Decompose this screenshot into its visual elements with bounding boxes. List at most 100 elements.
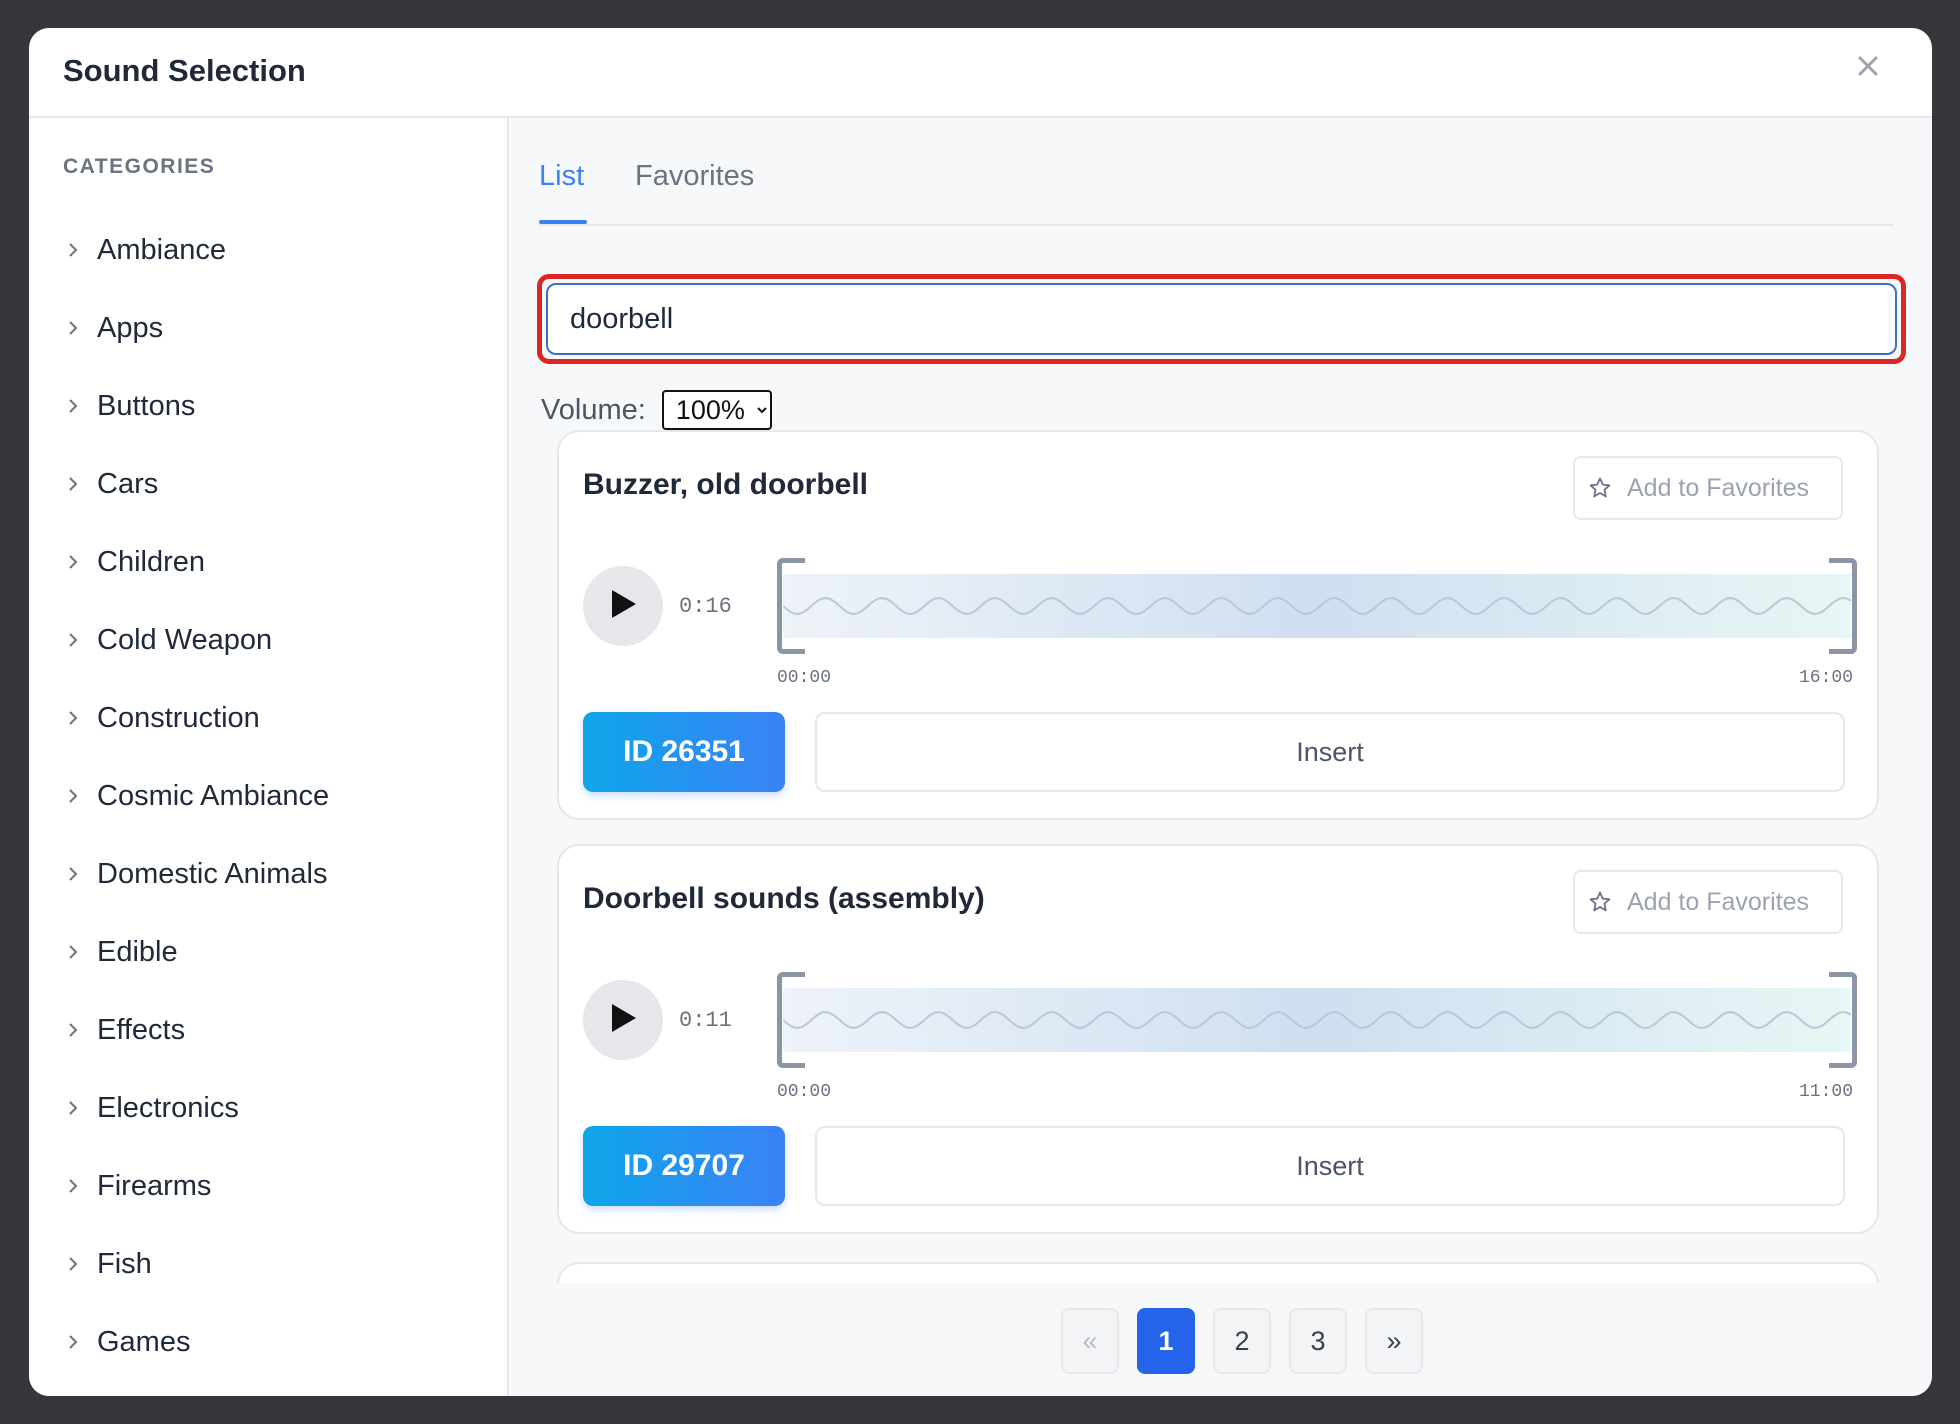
- categories-heading: CATEGORIES: [63, 155, 216, 178]
- sound-selection-modal: Sound Selection CATEGORIES Ambiance Apps…: [29, 28, 1932, 1396]
- sound-id-button[interactable]: ID 26351: [583, 712, 785, 792]
- time-end-label: 11:00: [1798, 1082, 1853, 1102]
- category-label: Buttons: [97, 389, 196, 422]
- chevron-right-icon: [63, 474, 83, 494]
- category-label: Cosmic Ambiance: [97, 779, 330, 812]
- duration-label: 0:11: [679, 1008, 732, 1033]
- trim-end-handle[interactable]: [1829, 558, 1857, 654]
- category-item[interactable]: Domestic Animals: [63, 835, 329, 913]
- chevron-right-icon: [63, 396, 83, 416]
- category-item[interactable]: Children: [63, 523, 329, 601]
- results-list: Buzzer, old doorbell Add to Favorites 0:…: [539, 430, 1919, 1283]
- chevron-right-icon: [63, 786, 83, 806]
- modal-title: Sound Selection: [63, 53, 306, 88]
- category-label: Cars: [97, 467, 159, 500]
- page-button[interactable]: 2: [1213, 1308, 1271, 1374]
- volume-label: Volume:: [541, 393, 646, 426]
- category-label: Fish: [97, 1247, 152, 1280]
- sound-title: Buzzer, old doorbell: [583, 468, 869, 501]
- play-icon: [608, 588, 638, 625]
- add-to-favorites-label: Add to Favorites: [1627, 473, 1810, 502]
- close-icon: [1856, 54, 1880, 83]
- time-end-label: 16:00: [1798, 668, 1853, 688]
- volume-row: Volume: 100%: [541, 390, 772, 430]
- category-label: Children: [97, 545, 205, 578]
- star-icon: [1587, 475, 1613, 501]
- add-to-favorites-button[interactable]: Add to Favorites: [1573, 870, 1843, 934]
- page-button[interactable]: 1: [1137, 1308, 1195, 1374]
- modal-header: Sound Selection: [29, 28, 1932, 118]
- chevron-right-icon: [63, 864, 83, 884]
- category-label: Cold Weapon: [97, 623, 273, 656]
- chevron-right-icon: [63, 708, 83, 728]
- category-label: Games: [97, 1325, 191, 1358]
- trim-start-handle[interactable]: [777, 972, 805, 1068]
- trim-end-handle[interactable]: [1829, 972, 1857, 1068]
- category-item[interactable]: Buttons: [63, 367, 329, 445]
- volume-select[interactable]: 100%: [661, 390, 772, 430]
- chevron-right-icon: [63, 1176, 83, 1196]
- chevron-right-icon: [63, 1020, 83, 1040]
- star-icon: [1587, 889, 1613, 915]
- chevron-right-icon: [63, 1098, 83, 1118]
- category-item[interactable]: Games: [63, 1303, 329, 1381]
- time-start-label: 00:00: [777, 1082, 832, 1102]
- sound-title: Doorbell sounds (assembly): [583, 882, 985, 915]
- waveform-slider[interactable]: [777, 558, 1857, 654]
- close-button[interactable]: [1848, 48, 1888, 88]
- insert-button[interactable]: Insert: [815, 1126, 1845, 1206]
- category-item[interactable]: Apps: [63, 289, 329, 367]
- waveform: [783, 1010, 1851, 1030]
- tab-list[interactable]: List: [539, 160, 584, 193]
- pagination: « 1 2 3 »: [1061, 1308, 1423, 1374]
- tab-bar: List Favorites: [539, 118, 1894, 226]
- add-to-favorites-label: Add to Favorites: [1627, 887, 1810, 916]
- waveform: [783, 596, 1851, 616]
- page-button[interactable]: 3: [1289, 1308, 1347, 1374]
- chevron-right-icon: [63, 1254, 83, 1274]
- category-item[interactable]: Firearms: [63, 1147, 329, 1225]
- sound-card: Buzzer, old doorbell Add to Favorites 0:…: [557, 430, 1879, 820]
- category-label: Firearms: [97, 1169, 212, 1202]
- search-highlight: [537, 274, 1906, 364]
- category-label: Electronics: [97, 1091, 239, 1124]
- duration-label: 0:16: [679, 594, 732, 619]
- category-label: Construction: [97, 701, 260, 734]
- main-panel: List Favorites Volume: 100% Buzzer, old …: [511, 118, 1932, 1396]
- waveform-slider[interactable]: [777, 972, 1857, 1068]
- prev-page-button[interactable]: «: [1061, 1308, 1119, 1374]
- category-item[interactable]: Edible: [63, 913, 329, 991]
- trim-start-handle[interactable]: [777, 558, 805, 654]
- category-item[interactable]: Electronics: [63, 1069, 329, 1147]
- category-item[interactable]: Cars: [63, 445, 329, 523]
- category-item[interactable]: Cold Weapon: [63, 601, 329, 679]
- play-icon: [608, 1002, 638, 1039]
- active-tab-indicator: [539, 220, 587, 224]
- sound-card: Doorbell sounds (assembly) Add to Favori…: [557, 844, 1879, 1234]
- time-start-label: 00:00: [777, 668, 832, 688]
- chevron-right-icon: [63, 942, 83, 962]
- category-item[interactable]: Construction: [63, 679, 329, 757]
- category-item[interactable]: Fish: [63, 1225, 329, 1303]
- chevron-right-icon: [63, 630, 83, 650]
- categories-sidebar: CATEGORIES Ambiance Apps Buttons Cars Ch…: [29, 118, 509, 1396]
- play-button[interactable]: [583, 980, 663, 1060]
- play-button[interactable]: [583, 566, 663, 646]
- category-item[interactable]: Cosmic Ambiance: [63, 757, 329, 835]
- category-label: Domestic Animals: [97, 857, 328, 890]
- chevron-right-icon: [63, 240, 83, 260]
- insert-button[interactable]: Insert: [815, 712, 1845, 792]
- category-label: Effects: [97, 1013, 186, 1046]
- category-item[interactable]: Ambiance: [63, 211, 329, 289]
- sound-card-partial: [557, 1262, 1879, 1283]
- category-label: Apps: [97, 311, 164, 344]
- category-label: Ambiance: [97, 233, 226, 266]
- category-item[interactable]: Effects: [63, 991, 329, 1069]
- chevron-right-icon: [63, 1332, 83, 1352]
- search-input[interactable]: [546, 283, 1897, 355]
- add-to-favorites-button[interactable]: Add to Favorites: [1573, 456, 1843, 520]
- sound-id-button[interactable]: ID 29707: [583, 1126, 785, 1206]
- next-page-button[interactable]: »: [1365, 1308, 1423, 1374]
- tab-favorites[interactable]: Favorites: [635, 160, 754, 193]
- category-label: Edible: [97, 935, 178, 968]
